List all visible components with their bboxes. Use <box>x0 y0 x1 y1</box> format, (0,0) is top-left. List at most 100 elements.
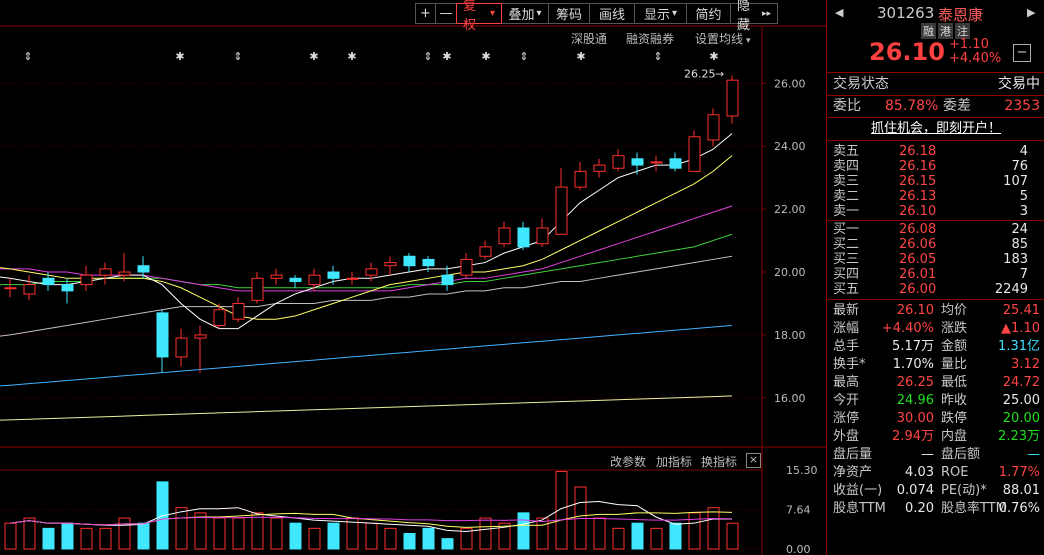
diejia-button[interactable]: 叠加 ▾ <box>501 3 549 24</box>
next-stock-arrow-icon[interactable]: ▶ <box>1027 6 1035 19</box>
prev-stock-arrow-icon[interactable]: ◀ <box>835 6 843 19</box>
event-marker: ✱ <box>576 50 585 63</box>
candle-body <box>536 227 549 245</box>
ma-settings-link[interactable]: 设置均线 ▾ <box>695 30 751 47</box>
event-marker: ✱ <box>347 50 356 63</box>
candle-body <box>251 277 264 301</box>
close-icon[interactable]: × <box>746 453 761 468</box>
divider <box>827 117 1044 118</box>
ask-label: 卖一 <box>833 204 860 219</box>
stat-value: 26.10 <box>896 303 934 318</box>
fuquan-button[interactable]: 复权 ▾ <box>456 0 502 33</box>
chouma-button[interactable]: 筹码 <box>548 3 590 24</box>
add-indicator-link[interactable]: 加指标 <box>656 453 692 470</box>
volume-bar <box>80 527 93 550</box>
volume-bar <box>688 512 701 550</box>
event-marker: ⇕ <box>233 50 242 63</box>
volume-bar <box>574 486 587 550</box>
badge-rong: 融 <box>921 23 936 39</box>
huaxian-button[interactable]: 画线 <box>589 3 635 24</box>
candle-body <box>612 155 625 169</box>
stat-value: 2.94万 <box>892 429 934 444</box>
stat-label: 今开 <box>833 393 860 408</box>
stat-value: 25.00 <box>1002 393 1040 408</box>
y-tick-label: 26.00 <box>774 77 806 90</box>
volume-tick-label: 0.00 <box>786 543 811 555</box>
stat-label: 涨幅 <box>833 321 860 336</box>
volume-bar <box>232 517 245 550</box>
event-marker: ✱ <box>481 50 490 63</box>
stat-label: 最高 <box>833 375 860 390</box>
high-price-label: 26.25 <box>684 67 716 80</box>
edit-params-link[interactable]: 改参数 <box>610 453 646 470</box>
stat-value: 24.96 <box>896 393 934 408</box>
chart-toolbar: + — 复权 ▾ 叠加 ▾ 筹码 画线 显示 ▾ 简约 隐藏 ▸▸ <box>415 0 778 33</box>
stat-value: 1.77% <box>998 465 1040 480</box>
volume-bar <box>669 522 682 550</box>
xianshi-button[interactable]: 显示 ▾ <box>634 3 687 24</box>
stat-label: 最低 <box>941 375 968 390</box>
volume-bar <box>403 533 416 550</box>
stat-row: 最高 26.25 最低 24.72 <box>827 374 1044 392</box>
switch-indicator-link[interactable]: 换指标 <box>701 453 737 470</box>
chevron-down-icon: ▾ <box>536 8 542 19</box>
stat-row: 涨停 30.00 跌停 20.00 <box>827 410 1044 428</box>
kline-chart-area[interactable]: 26.00 24.00 22.00 20.00 18.00 16.00 ⇕ ✱ ⇕ ✱ ✱ ⇕ ✱ ✱ ⇕ ✱… <box>0 0 826 555</box>
stat-row: 外盘 2.94万 内盘 2.23万 <box>827 428 1044 446</box>
stat-label: 外盘 <box>833 429 860 444</box>
volume-bar <box>593 517 606 550</box>
candle-body <box>688 136 701 172</box>
stat-label: 盘后额 <box>941 447 981 462</box>
jianyue-button[interactable]: 简约 <box>686 3 731 24</box>
promo-banner[interactable]: 抓住机会，即刻开户！ <box>827 120 1044 138</box>
rongzi-link[interactable]: 融资融券 <box>626 30 674 47</box>
volume-bar <box>23 517 36 550</box>
volume-bar <box>365 522 378 550</box>
candle-body <box>441 274 454 286</box>
volume-bar <box>441 538 454 550</box>
ma-line-ma250 <box>0 395 733 421</box>
stat-value: 26.25 <box>896 375 934 390</box>
zoom-out-button[interactable]: — <box>435 3 457 24</box>
stat-label: 内盘 <box>941 429 968 444</box>
price-change: +1.10 <box>949 37 989 52</box>
stat-value: 25.41 <box>1002 303 1040 318</box>
candle-body <box>42 277 55 286</box>
shengutong-link[interactable]: 深股通 <box>571 30 607 47</box>
candle-body <box>365 268 378 276</box>
candle-body <box>517 227 530 248</box>
stock-name: 泰恩康 <box>938 6 984 24</box>
candle-body <box>403 255 416 267</box>
candle-body <box>118 271 131 276</box>
candle-body <box>593 164 606 172</box>
y-tick-label: 24.00 <box>774 140 806 153</box>
y-tick-label: 20.00 <box>774 266 806 279</box>
stat-label: 最新 <box>833 303 860 318</box>
volume-bar <box>99 527 112 550</box>
event-marker: ⇕ <box>519 50 528 63</box>
stock-code: 301263 <box>877 4 935 22</box>
volume-bar <box>631 522 644 550</box>
stat-value: 24.72 <box>1002 375 1040 390</box>
stat-label: 跌停 <box>941 411 968 426</box>
stat-row: 盘后量 — 盘后额 — <box>827 446 1044 464</box>
event-marker: ⇕ <box>653 50 662 63</box>
stat-row: 总手 5.17万 金额 1.31亿 <box>827 338 1044 356</box>
collapse-button[interactable]: − <box>1013 44 1031 62</box>
zoom-in-button[interactable]: + <box>415 3 436 24</box>
stat-value: — <box>1027 447 1040 462</box>
stat-row: 今开 24.96 昨收 25.00 <box>827 392 1044 410</box>
yincang-button[interactable]: 隐藏 ▸▸ <box>730 0 778 33</box>
candle-body <box>156 312 169 358</box>
kline-chart[interactable]: 26.00 24.00 22.00 20.00 18.00 16.00 ⇕ ✱ ⇕ ✱ ✱ ⇕ ✱ ✱ ⇕ ✱… <box>0 0 826 555</box>
stat-label: PE(动)* <box>941 483 987 498</box>
stat-label: 总手 <box>833 339 860 354</box>
volume-bar <box>118 517 131 550</box>
candle-body <box>4 287 17 290</box>
volume-bar <box>137 522 150 550</box>
stat-label: 股息TTM <box>833 501 886 516</box>
stat-value: 1.31亿 <box>998 339 1040 354</box>
volume-bar <box>289 522 302 550</box>
stat-row: 净资产 4.03 ROE 1.77% <box>827 464 1044 482</box>
stat-label: 均价 <box>941 303 968 318</box>
